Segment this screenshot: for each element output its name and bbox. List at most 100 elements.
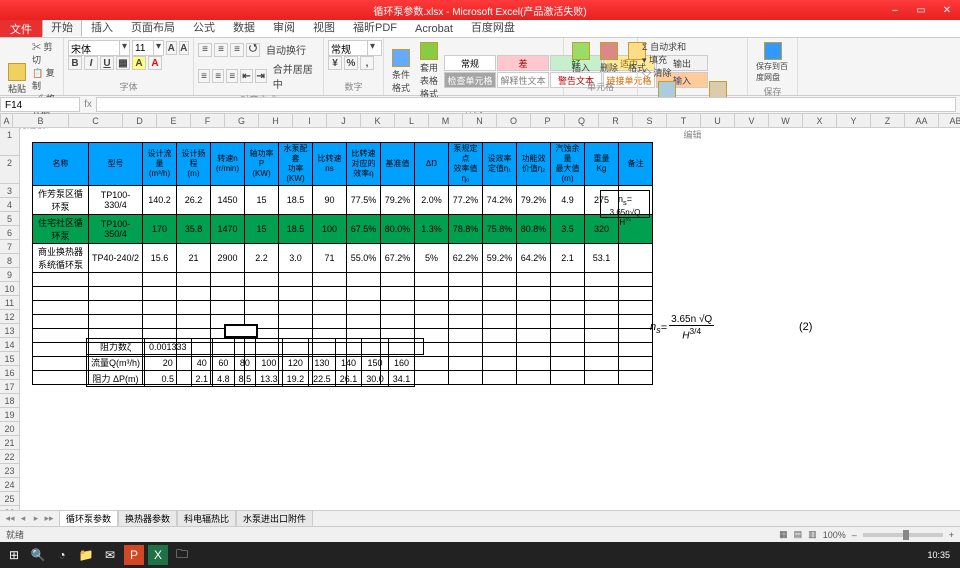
table-cell[interactable]: 79.2% [517, 186, 551, 215]
align-top-button[interactable]: ≡ [198, 43, 212, 57]
table-cell[interactable]: 80.8% [517, 215, 551, 244]
empty-cell[interactable] [415, 287, 449, 301]
empty-cell[interactable] [551, 315, 585, 329]
table-cell[interactable]: TP100-330/4 [89, 186, 143, 215]
empty-cell[interactable] [619, 287, 653, 301]
file-tab[interactable]: 文件 [0, 20, 42, 37]
aux-cell[interactable] [388, 339, 415, 355]
table-cell[interactable]: 3.0 [279, 244, 313, 273]
aux-cell[interactable]: 34.1 [388, 371, 415, 387]
empty-cell[interactable] [313, 287, 347, 301]
row-header[interactable]: 18 [0, 394, 20, 408]
zoom-slider[interactable] [863, 533, 943, 537]
row-header[interactable]: 12 [0, 310, 20, 324]
empty-cell[interactable] [313, 315, 347, 329]
minimize-button[interactable]: – [882, 1, 908, 19]
table-cell[interactable]: 3.5 [551, 215, 585, 244]
table-cell[interactable]: TP40-240/2 [89, 244, 143, 273]
aux-cell[interactable]: 流量Q(m³/h) [87, 355, 145, 371]
table-header-cell[interactable]: 设效率定值η₁ [483, 143, 517, 186]
table-cell[interactable]: 18.5 [279, 186, 313, 215]
empty-cell[interactable] [449, 357, 483, 371]
table-cell[interactable]: 78.8% [449, 215, 483, 244]
empty-cell[interactable] [279, 301, 313, 315]
table-cell[interactable]: TP100-350/4 [89, 215, 143, 244]
aux-cell[interactable]: 40 [191, 355, 213, 371]
col-header[interactable]: R [599, 114, 633, 128]
col-header[interactable]: I [293, 114, 327, 128]
row-header[interactable]: 14 [0, 338, 20, 352]
empty-cell[interactable] [245, 287, 279, 301]
empty-cell[interactable] [381, 301, 415, 315]
empty-cell[interactable] [177, 287, 211, 301]
fx-button[interactable]: fх [80, 99, 96, 110]
col-header[interactable]: X [803, 114, 837, 128]
aux-cell[interactable]: 4.8 [213, 371, 235, 387]
row-header[interactable]: 13 [0, 324, 20, 338]
col-header[interactable]: E [157, 114, 191, 128]
taskview-button[interactable]: ◔ [52, 545, 72, 565]
empty-cell[interactable] [33, 315, 89, 329]
empty-cell[interactable] [483, 357, 517, 371]
aux-cell[interactable] [282, 339, 309, 355]
empty-cell[interactable] [551, 357, 585, 371]
table-header-cell[interactable]: 轴功率P(KW) [245, 143, 279, 186]
table-cell[interactable]: 1450 [211, 186, 245, 215]
empty-cell[interactable] [279, 315, 313, 329]
empty-cell[interactable] [551, 329, 585, 343]
empty-cell[interactable] [551, 371, 585, 385]
aux-cell[interactable] [256, 339, 283, 355]
empty-cell[interactable] [415, 315, 449, 329]
aux-cell[interactable] [335, 339, 362, 355]
maximize-button[interactable]: ▭ [908, 1, 934, 19]
cut-button[interactable]: ✂ 剪切 [32, 40, 59, 66]
sheet-tab-2[interactable]: 科电辐热比 [177, 510, 236, 527]
explorer-button[interactable]: 📁 [76, 545, 96, 565]
table-cell[interactable]: 74.2% [483, 186, 517, 215]
table-cell[interactable]: 15 [245, 215, 279, 244]
row-header[interactable]: 26 [0, 506, 20, 510]
table-cell[interactable]: 15.6 [143, 244, 177, 273]
empty-cell[interactable] [211, 315, 245, 329]
style-cell[interactable]: 解释性文本 [497, 72, 549, 88]
table-header-cell[interactable]: 设计扬程(m) [177, 143, 211, 186]
empty-cell[interactable] [517, 329, 551, 343]
empty-cell[interactable] [585, 329, 619, 343]
row-header[interactable]: 25 [0, 492, 20, 506]
empty-cell[interactable] [449, 371, 483, 385]
zoom-in-button[interactable]: + [949, 530, 954, 540]
empty-cell[interactable] [585, 287, 619, 301]
tab-insert[interactable]: 插入 [82, 17, 122, 37]
align-center-button[interactable]: ≡ [212, 69, 224, 83]
aux-cell[interactable]: 100 [256, 355, 283, 371]
row-header[interactable]: 5 [0, 212, 20, 226]
col-header[interactable]: Q [565, 114, 599, 128]
table-format-button[interactable]: 套用表格格式 [416, 40, 442, 102]
clear-button[interactable]: ◇ 清除 [642, 66, 743, 79]
table-cell[interactable]: 21 [177, 244, 211, 273]
align-bot-button[interactable]: ≡ [230, 43, 244, 57]
empty-cell[interactable] [585, 273, 619, 287]
indent-dec-button[interactable]: ⇤ [240, 69, 252, 83]
table-cell[interactable] [619, 244, 653, 273]
empty-cell[interactable] [585, 371, 619, 385]
table-header-cell[interactable]: 基准值 [381, 143, 415, 186]
table-header-cell[interactable]: 汽蚀余量最大值(m) [551, 143, 585, 186]
empty-cell[interactable] [449, 273, 483, 287]
empty-cell[interactable] [211, 273, 245, 287]
table-cell[interactable]: 35.8 [177, 215, 211, 244]
folder-button[interactable]: 🗀 [172, 545, 192, 565]
ppt-button[interactable]: P [124, 545, 144, 565]
empty-cell[interactable] [89, 315, 143, 329]
row-header[interactable]: 17 [0, 380, 20, 394]
table-header-cell[interactable]: 比转速对应的效率η [347, 143, 381, 186]
aux-cell[interactable]: 160 [388, 355, 415, 371]
table-header-cell[interactable]: 水泵配套功率(KW) [279, 143, 313, 186]
percent-button[interactable]: % [344, 56, 358, 70]
col-header[interactable]: Z [871, 114, 905, 128]
table-cell[interactable]: 住宅社区循环泵 [33, 215, 89, 244]
row-header[interactable]: 3 [0, 184, 20, 198]
formula-input[interactable] [96, 97, 956, 112]
table-cell[interactable]: 90 [313, 186, 347, 215]
table-cell[interactable]: 140.2 [143, 186, 177, 215]
